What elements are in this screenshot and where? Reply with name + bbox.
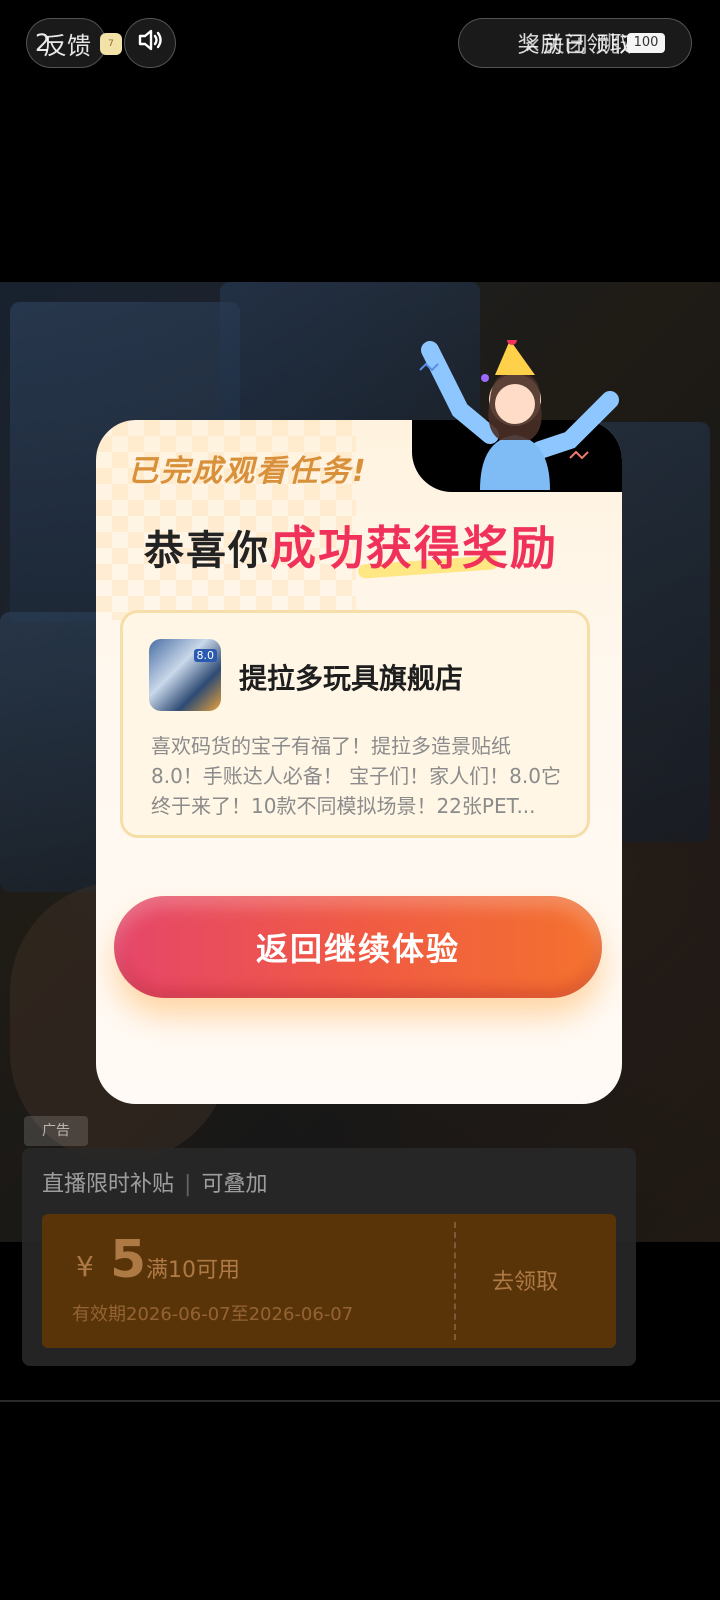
reward-close-button[interactable]: 奖励已领取 ×关闭 跳过 100 [458,18,692,68]
store-info-card[interactable]: 8.0 提拉多玩具旗舰店 喜欢码货的宝子有福了！提拉多造景贴纸8.0！手账达人必… [120,610,590,838]
reward-dialog: 已完成观看任务! 恭喜你成功获得奖励 8.0 提拉多玩具旗舰店 喜欢码货的宝子有… [96,420,622,1104]
feedback-label: 反馈 [43,31,91,60]
sound-toggle-button[interactable] [124,18,176,68]
coupon-body[interactable]: ¥ 5 满10可用 有效期2026-06-07至2026-06-07 去领取 [42,1214,616,1348]
congrats-highlight: 成功获得奖励 [270,521,558,575]
coupon-value: 5 [110,1230,147,1290]
store-name: 提拉多玩具旗舰店 [239,662,464,695]
reward-title: 恭喜你成功获得奖励 [144,512,558,578]
store-logo-tag: 8.0 [193,649,217,662]
congrats-prefix: 恭喜你 [144,528,270,574]
store-logo: 8.0 [149,639,221,711]
feedback-button[interactable]: 2 反馈 [26,18,106,68]
cta-label: 返回继续体验 [255,930,460,968]
celebrating-girl-illustration [419,340,619,490]
coupon-header-left: 直播限时补贴 [42,1172,175,1197]
speaker-icon [135,25,165,61]
claim-coupon-button[interactable]: 去领取 [492,1264,558,1296]
store-description: 喜欢码货的宝子有福了！提拉多造景贴纸8.0！手账达人必备！ 宝子们！家人们！8.… [151,734,561,818]
divider [0,1400,720,1402]
continue-experience-button[interactable]: 返回继续体验 [114,896,602,998]
coupon-divider [454,1222,456,1340]
ad-tag: 广告 [24,1116,88,1146]
reward-badge: 100 [627,33,665,53]
coupon-currency: ¥ [76,1250,94,1283]
coupon-condition: 满10可用 [146,1258,240,1283]
coupon-card: 直播限时补贴 | 可叠加 ¥ 5 满10可用 有效期2026-06-07至2026-… [22,1148,636,1366]
coupon-header-right: 可叠加 [201,1172,268,1197]
sticker-icon: 7 [100,33,122,55]
coupon-validity: 有效期2026-06-07至2026-06-07 [72,1304,354,1325]
task-complete-title: 已完成观看任务! [128,454,368,489]
coupon-header: 直播限时补贴 | 可叠加 [42,1172,268,1197]
